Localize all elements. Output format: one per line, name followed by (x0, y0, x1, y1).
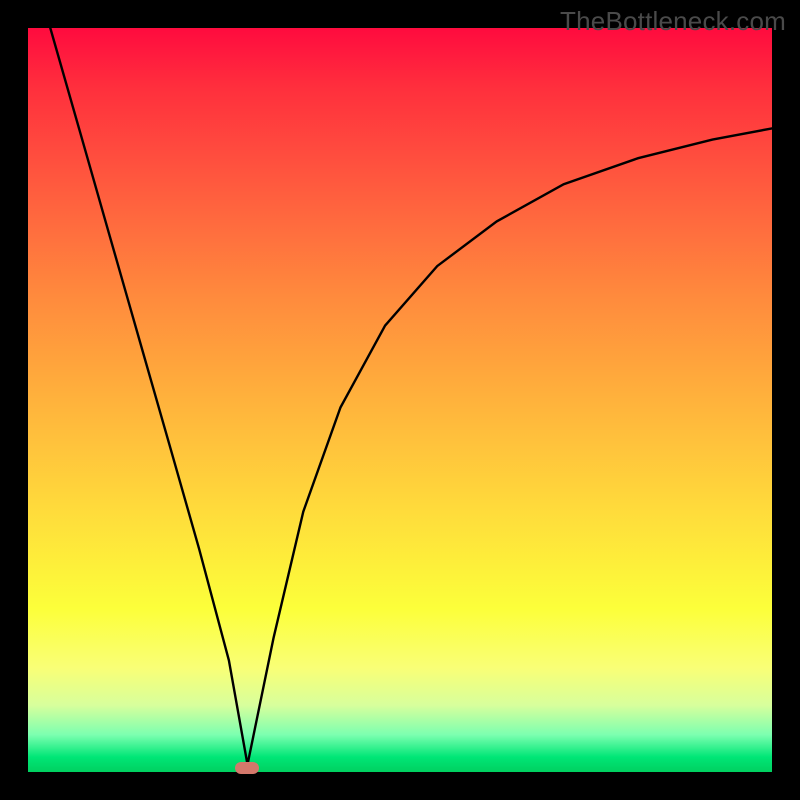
plot-frame (28, 28, 772, 772)
curve-path (50, 28, 772, 765)
optimum-marker (235, 762, 259, 774)
watermark-text: TheBottleneck.com (560, 6, 786, 37)
bottleneck-curve (28, 28, 772, 772)
